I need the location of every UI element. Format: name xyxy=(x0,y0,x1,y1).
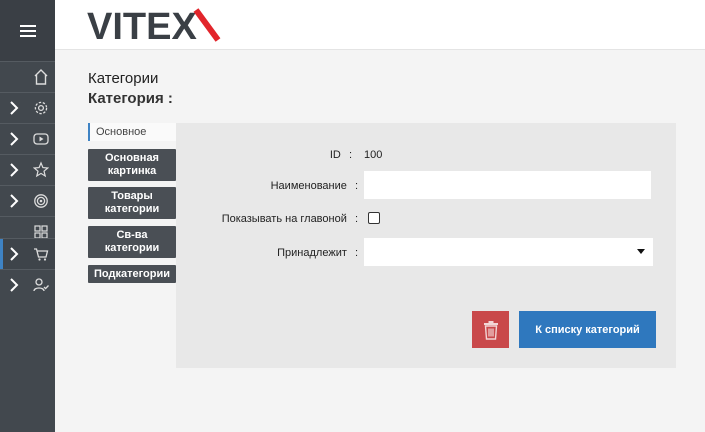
name-label: Наименование : xyxy=(270,180,358,192)
chevron-down-icon xyxy=(637,249,645,254)
sidebar xyxy=(0,0,55,432)
user-check-icon xyxy=(33,278,49,292)
id-value: 100 xyxy=(364,149,383,161)
sidebar-item-shop[interactable] xyxy=(0,238,55,269)
menu-toggle-button[interactable] xyxy=(0,0,55,61)
chevron-right-icon xyxy=(10,132,19,146)
tab-subcategories[interactable]: Подкатегории xyxy=(88,265,176,283)
hamburger-icon xyxy=(19,24,36,37)
trash-icon xyxy=(483,320,498,340)
tab-category-properties[interactable]: Св-ва категории xyxy=(88,226,176,258)
chevron-right-icon xyxy=(10,194,19,208)
chevron-right-icon xyxy=(10,101,19,115)
target-icon xyxy=(34,194,48,208)
vitex-logo[interactable]: VITEX xyxy=(87,8,227,42)
page-title: Категории xyxy=(88,70,159,87)
sidebar-item-home[interactable] xyxy=(0,61,55,92)
sidebar-item-users[interactable] xyxy=(0,269,55,300)
tab-category-goods[interactable]: Товары категории xyxy=(88,187,176,219)
sidebar-item-targets[interactable] xyxy=(0,185,55,216)
chevron-right-icon xyxy=(10,163,19,177)
name-input[interactable] xyxy=(364,171,651,199)
page-subtitle: Категория : xyxy=(88,90,173,107)
video-icon xyxy=(33,133,49,145)
chevron-right-icon xyxy=(10,247,19,261)
sidebar-item-settings[interactable] xyxy=(0,92,55,123)
parent-label: Принадлежит : xyxy=(277,247,358,259)
home-icon xyxy=(34,69,48,85)
top-bar: VITEX xyxy=(55,0,705,50)
show-on-main-checkbox[interactable] xyxy=(368,212,380,224)
chevron-right-icon xyxy=(10,278,19,292)
show-on-main-label: Показывать на главоной : xyxy=(221,213,358,225)
gear-icon xyxy=(34,101,48,115)
sidebar-item-favorites[interactable] xyxy=(0,154,55,185)
cart-icon xyxy=(34,248,49,261)
parent-select[interactable] xyxy=(364,238,653,266)
id-label: ID : xyxy=(329,149,352,161)
tab-basic[interactable]: Основное xyxy=(88,123,176,141)
star-icon xyxy=(33,161,49,178)
category-form-panel: ID : 100 Наименование : Показывать на гл… xyxy=(176,123,676,368)
back-to-list-button[interactable]: К списку категорий xyxy=(519,311,656,348)
delete-button[interactable] xyxy=(472,311,509,348)
tab-main-image[interactable]: Основная картинка xyxy=(88,149,176,181)
logo-text: VITEX xyxy=(87,8,197,42)
sidebar-item-video[interactable] xyxy=(0,123,55,154)
